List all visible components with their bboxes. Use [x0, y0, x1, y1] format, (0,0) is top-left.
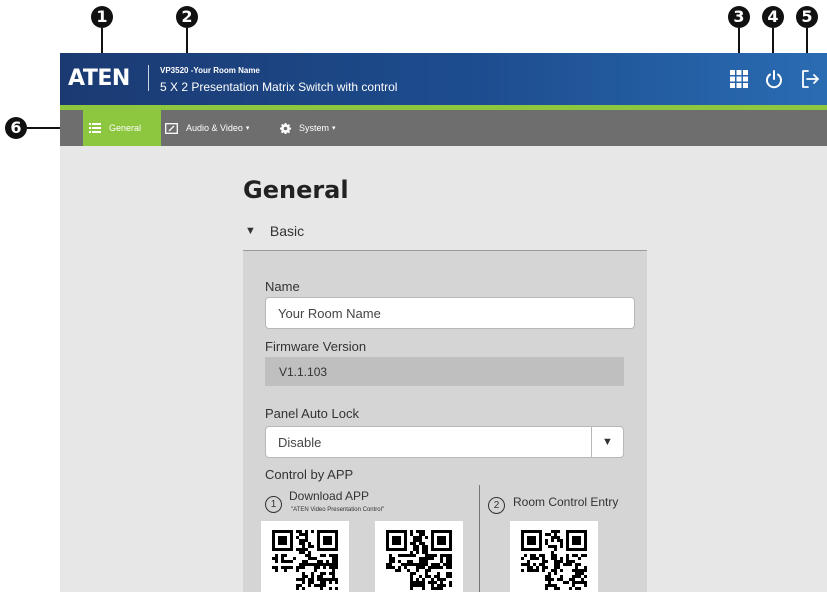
callout-5: 5 — [796, 6, 818, 28]
device-description: 5 X 2 Presentation Matrix Switch with co… — [160, 80, 398, 94]
logout-icon[interactable] — [798, 67, 822, 91]
download-app-subtitle: "ATEN Video Presentation Control" — [291, 507, 385, 513]
firmware-value: V1.1.103 — [265, 357, 624, 386]
page-title: General — [243, 176, 349, 204]
callout-4: 4 — [762, 6, 784, 28]
step-2-badge: 2 — [488, 497, 505, 514]
nav-label-general: General — [109, 123, 142, 133]
section-label: Basic — [269, 223, 305, 239]
list-icon — [89, 123, 101, 133]
aten-logo[interactable]: ATEN — [68, 66, 130, 91]
nav-tab-audio-video[interactable]: Audio & Video ▾ — [165, 110, 249, 146]
power-icon[interactable] — [762, 67, 786, 91]
callout-2: 2 — [176, 6, 198, 28]
chevron-down-icon: ▾ — [245, 125, 250, 132]
nav-tab-system[interactable]: System ▾ — [280, 110, 336, 146]
gear-icon — [280, 122, 291, 134]
main-content: General ▼ Basic Name Your Room Name Firm… — [60, 146, 827, 592]
qr-code-app-1 — [261, 521, 349, 592]
app-section-divider — [479, 485, 480, 592]
main-nav: General Audio & Video ▾ System ▾ — [60, 110, 827, 146]
screenshot-root: 1 2 3 4 5 6 ATEN VP3520 -Your Room Name … — [0, 0, 827, 592]
nav-tab-general[interactable]: General — [83, 110, 161, 146]
step-1-badge: 1 — [265, 496, 282, 513]
callout-1: 1 — [91, 6, 113, 28]
logo-divider — [148, 65, 149, 91]
qr-code-app-2 — [375, 521, 463, 592]
name-label: Name — [265, 279, 300, 294]
name-input[interactable]: Your Room Name — [265, 297, 635, 329]
app-header: ATEN VP3520 -Your Room Name 5 X 2 Presen… — [60, 53, 827, 105]
chevron-down-icon: ▾ — [332, 125, 336, 132]
dropdown-arrow-icon[interactable]: ▼ — [591, 427, 623, 457]
av-icon — [165, 122, 178, 134]
room-control-entry-title: Room Control Entry — [513, 495, 619, 509]
model-room-name: VP3520 -Your Room Name — [160, 66, 260, 75]
nav-label-audio-video: Audio & Video — [186, 123, 243, 133]
basic-settings-panel: Name Your Room Name Firmware Version V1.… — [243, 251, 647, 592]
download-app-title: Download APP — [289, 489, 370, 503]
panel-auto-lock-label: Panel Auto Lock — [265, 406, 359, 421]
nav-label-system: System — [299, 123, 330, 133]
panel-auto-lock-select[interactable]: Disable ▼ — [265, 426, 624, 458]
qr-code-room-control — [510, 521, 598, 592]
apps-grid-icon[interactable] — [727, 67, 751, 91]
control-by-app-label: Control by APP — [265, 467, 354, 482]
panel-auto-lock-value: Disable — [278, 434, 322, 450]
section-toggle-basic[interactable]: ▼ Basic — [245, 223, 304, 239]
callout-6: 6 — [5, 117, 27, 139]
triangle-down-icon: ▼ — [245, 225, 256, 237]
callout-3: 3 — [728, 6, 750, 28]
firmware-label: Firmware Version — [265, 339, 367, 354]
